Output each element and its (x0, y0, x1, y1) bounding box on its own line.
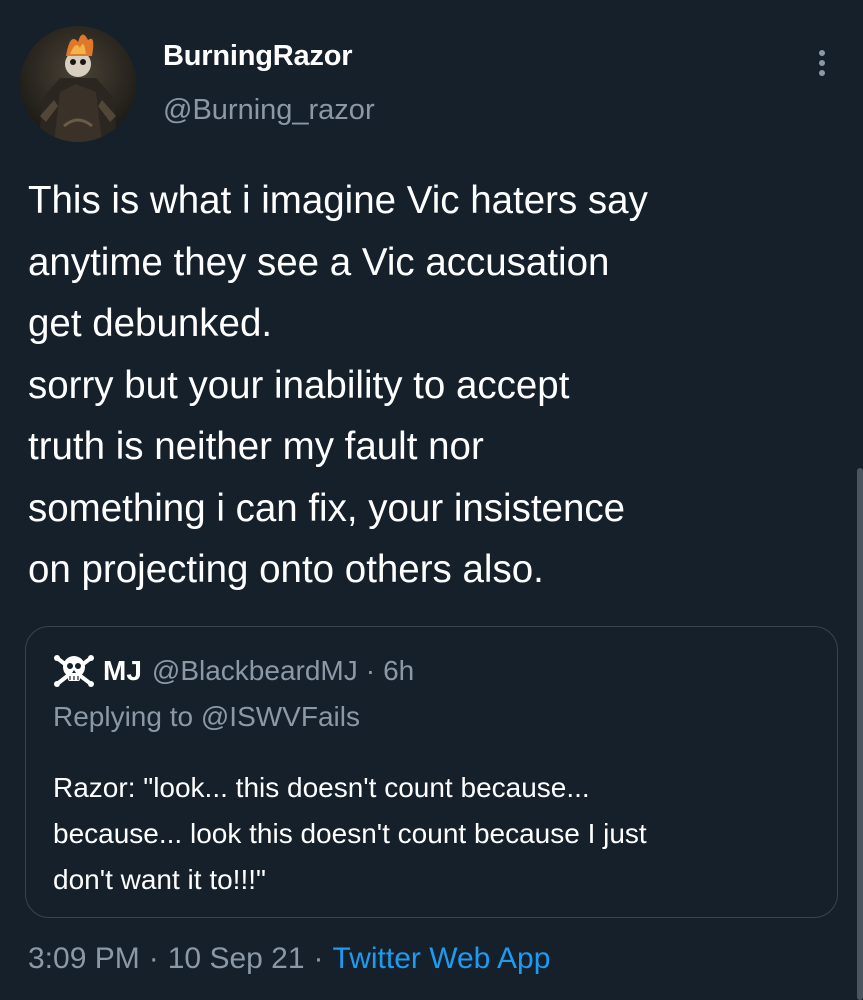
quoted-text-line: Razor: "look... this doesn't count becau… (53, 772, 590, 803)
tweet-detail: BurningRazor @Burning_razor This is what… (0, 0, 863, 1000)
quoted-author-avatar[interactable] (53, 650, 95, 692)
ghost-rider-avatar-icon (20, 26, 136, 142)
more-dot-icon (819, 50, 825, 56)
tweet-text-line: truth is neither my fault nor (28, 425, 484, 468)
tweet-date[interactable]: 10 Sep 21 (168, 942, 305, 975)
more-options-button[interactable] (808, 40, 836, 84)
tweet-text: This is what i imagine Vic haters say an… (28, 170, 838, 601)
tweet-text-line: on projecting onto others also. (28, 548, 544, 591)
quoted-author-name[interactable]: MJ (103, 655, 142, 687)
replying-to: Replying to @ISWVFails (53, 701, 360, 733)
tweet-text-line: get debunked. (28, 302, 273, 345)
replying-to-handle[interactable]: @ISWVFails (201, 701, 360, 732)
tweet-text-line: anytime they see a Vic accusation (28, 240, 610, 284)
tweet-text-line: something i can fix, your insistence (28, 486, 626, 530)
quoted-tweet-header: MJ @BlackbeardMJ · 6h (53, 650, 414, 692)
quoted-text-line: don't want it to!!!" (53, 864, 266, 895)
author-avatar[interactable] (20, 26, 136, 142)
tweet-metadata: 3:09 PM · 10 Sep 21 · Twitter Web App (28, 942, 550, 976)
replying-to-label: Replying to (53, 701, 194, 732)
scrollbar[interactable] (857, 468, 863, 1000)
quoted-tweet-text: Razor: "look... this doesn't count becau… (53, 765, 813, 903)
quoted-tweet-time[interactable]: 6h (383, 655, 414, 687)
tweet-text-line: This is what i imagine Vic haters say (28, 179, 648, 222)
quoted-tweet[interactable]: MJ @BlackbeardMJ · 6h Replying to @ISWVF… (25, 626, 838, 918)
quoted-text-line: because... look this doesn't count becau… (53, 818, 647, 849)
jolly-roger-avatar-icon (53, 650, 95, 692)
author-handle[interactable]: @Burning_razor (163, 94, 375, 127)
more-dot-icon (819, 70, 825, 76)
tweet-time[interactable]: 3:09 PM (28, 942, 140, 975)
tweet-source-link[interactable]: Twitter Web App (333, 942, 551, 975)
separator-dot: · (313, 942, 324, 975)
separator-dot: · (365, 655, 376, 686)
separator-dot: · (148, 942, 159, 975)
quoted-author-handle[interactable]: @BlackbeardMJ (152, 655, 358, 687)
author-display-name[interactable]: BurningRazor (163, 40, 353, 73)
tweet-text-line: sorry but your inability to accept (28, 363, 570, 407)
more-dot-icon (819, 60, 825, 66)
